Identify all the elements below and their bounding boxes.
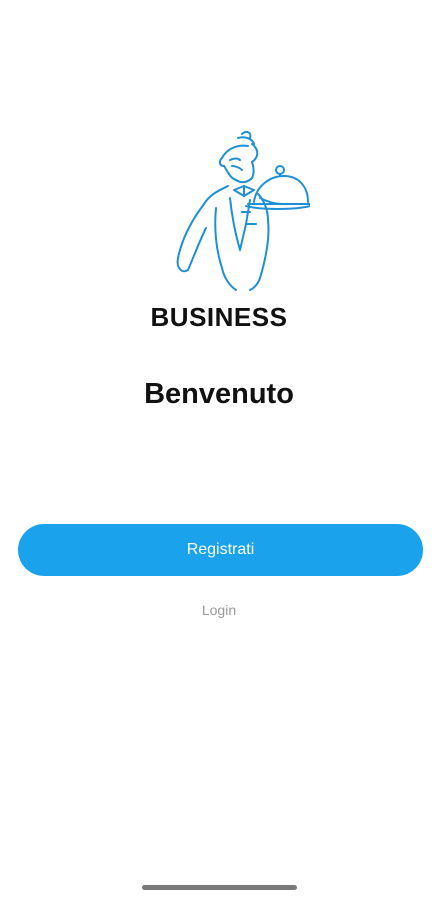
waiter-logo-icon — [160, 128, 311, 293]
welcome-heading: Benvenuto — [144, 378, 294, 410]
login-link[interactable]: Login — [0, 602, 438, 618]
home-indicator[interactable] — [142, 885, 297, 890]
register-button-label: Registrati — [186, 541, 255, 558]
register-button[interactable]: Registrati — [18, 524, 423, 576]
brand-title: BUSINESS — [150, 302, 288, 332]
